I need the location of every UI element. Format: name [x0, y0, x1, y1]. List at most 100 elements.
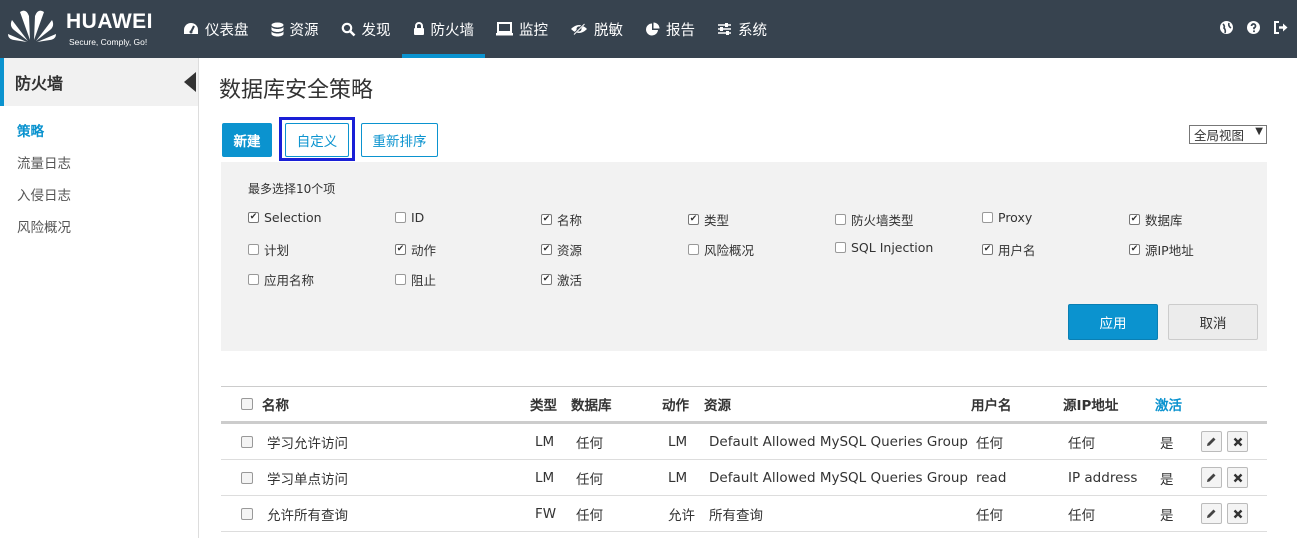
column-option[interactable]: 应用名称	[248, 270, 314, 289]
cancel-button[interactable]: 取消	[1168, 304, 1258, 340]
column-option[interactable]: Proxy	[982, 210, 1032, 225]
database-icon	[271, 22, 284, 37]
unchecked-checkbox[interactable]	[395, 212, 406, 223]
sidebar-title: 防火墙	[15, 74, 64, 93]
cell-active: 是	[1160, 435, 1174, 452]
col-type[interactable]: 类型	[530, 387, 557, 421]
checked-checkbox[interactable]: ✔	[1129, 214, 1140, 225]
row-actions	[1201, 460, 1253, 495]
column-option[interactable]: ✔ 名称	[541, 210, 582, 229]
unchecked-checkbox[interactable]	[835, 242, 846, 253]
unchecked-checkbox[interactable]	[688, 244, 699, 255]
nav-resources[interactable]: 资源	[260, 0, 330, 58]
table-row[interactable]: 允许所有查询 FW 任何 允许 所有查询 任何 任何 是	[221, 496, 1267, 532]
nav-firewall[interactable]: 防火墙	[401, 0, 486, 58]
help-icon[interactable]	[1246, 20, 1262, 36]
checked-checkbox[interactable]: ✔	[541, 244, 552, 255]
cell-database: 任何	[576, 435, 603, 452]
globe-icon[interactable]	[1219, 20, 1235, 36]
nav-system[interactable]: 系统	[706, 0, 778, 58]
checked-checkbox[interactable]: ✔	[1129, 244, 1140, 255]
col-source-ip[interactable]: 源IP地址	[1063, 387, 1118, 421]
logout-icon[interactable]	[1273, 20, 1289, 36]
nav-reports[interactable]: 报告	[634, 0, 706, 58]
column-option[interactable]: SQL Injection	[835, 240, 933, 255]
checked-checkbox[interactable]: ✔	[688, 214, 699, 225]
checked-checkbox[interactable]: ✔	[541, 214, 552, 225]
edit-icon[interactable]	[1201, 431, 1222, 452]
edit-icon[interactable]	[1201, 467, 1222, 488]
row-checkbox[interactable]	[241, 471, 253, 484]
sidebar-item-risk-overview[interactable]: 风险概况	[0, 210, 198, 242]
row-checkbox[interactable]	[241, 507, 253, 520]
sidebar-item-intrusion-log[interactable]: 入侵日志	[0, 178, 198, 210]
column-option[interactable]: ✔ 动作	[395, 240, 436, 259]
top-nav-bar: HUAWEI Secure, Comply, Go! 仪表盘 资源 发现 防火墙…	[0, 0, 1297, 58]
checked-checkbox[interactable]: ✔	[395, 244, 406, 255]
column-option[interactable]: ✔ 用户名	[982, 240, 1036, 259]
unchecked-checkbox[interactable]	[248, 274, 259, 285]
col-name[interactable]: 名称	[262, 387, 289, 421]
nav-label: 防火墙	[430, 22, 475, 39]
policy-table: 名称 类型 数据库 动作 资源 用户名 源IP地址 激活 学习允许访问 LM 任何 L…	[221, 386, 1267, 532]
monitor-icon	[496, 22, 513, 36]
checked-checkbox[interactable]: ✔	[541, 274, 552, 285]
nav-dashboard[interactable]: 仪表盘	[172, 0, 260, 58]
column-option[interactable]: ID	[395, 210, 424, 225]
col-database[interactable]: 数据库	[571, 387, 612, 421]
edit-icon[interactable]	[1201, 503, 1222, 524]
column-option-label: 数据库	[1145, 213, 1183, 228]
apply-button[interactable]: 应用	[1068, 304, 1158, 340]
cell-source-ip: IP address	[1068, 469, 1138, 486]
column-option[interactable]: ✔ 激活	[541, 270, 582, 289]
nav-label: 系统	[738, 22, 767, 39]
sidebar-item-policy[interactable]: 策略	[0, 114, 198, 146]
collapse-sidebar-icon[interactable]	[184, 72, 196, 92]
cell-action: LM	[668, 433, 688, 450]
page-title: 数据库安全策略	[219, 78, 374, 103]
sidebar-header: 防火墙	[0, 58, 198, 106]
view-select[interactable]: 全局视图 ▼	[1189, 125, 1267, 144]
cell-resource: Default Allowed MySQL Queries Group	[709, 469, 968, 486]
col-action[interactable]: 动作	[662, 387, 689, 421]
reorder-button[interactable]: 重新排序	[361, 123, 438, 157]
column-option[interactable]: 风险概况	[688, 240, 754, 259]
customize-button[interactable]: 自定义	[285, 123, 349, 157]
table-row[interactable]: 学习单点访问 LM 任何 LM Default Allowed MySQL Querie…	[221, 460, 1267, 496]
delete-icon[interactable]	[1227, 467, 1248, 488]
nav-masking[interactable]: 脱敏	[559, 0, 634, 58]
column-option[interactable]: ✔ 数据库	[1129, 210, 1183, 229]
new-button[interactable]: 新建	[222, 123, 272, 157]
checked-checkbox[interactable]: ✔	[248, 212, 259, 223]
max-selection-hint: 最多选择10个项	[248, 182, 336, 196]
unchecked-checkbox[interactable]	[835, 214, 846, 225]
col-resource[interactable]: 资源	[704, 387, 731, 421]
column-option[interactable]: ✔ 类型	[688, 210, 729, 229]
nav-monitor[interactable]: 监控	[485, 0, 559, 58]
column-option[interactable]: ✔ 资源	[541, 240, 582, 259]
column-option[interactable]: 阻止	[395, 270, 436, 289]
select-all-checkbox[interactable]	[241, 398, 253, 410]
sidebar: 防火墙 策略 流量日志 入侵日志 风险概况	[0, 58, 199, 538]
huawei-logo[interactable]: HUAWEI Secure, Comply, Go!	[6, 6, 156, 50]
dropdown-arrow-icon: ▼	[1255, 126, 1263, 137]
col-active[interactable]: 激活	[1155, 387, 1182, 421]
unchecked-checkbox[interactable]	[248, 244, 259, 255]
col-username[interactable]: 用户名	[971, 387, 1012, 421]
delete-icon[interactable]	[1227, 503, 1248, 524]
delete-icon[interactable]	[1227, 431, 1248, 452]
unchecked-checkbox[interactable]	[982, 212, 993, 223]
unchecked-checkbox[interactable]	[395, 274, 406, 285]
table-row[interactable]: 学习允许访问 LM 任何 LM Default Allowed MySQL Querie…	[221, 424, 1267, 460]
nav-discover[interactable]: 发现	[330, 0, 402, 58]
column-option[interactable]: 计划	[248, 240, 289, 259]
checked-checkbox[interactable]: ✔	[982, 244, 993, 255]
nav-label: 监控	[519, 22, 548, 39]
sidebar-item-traffic-log[interactable]: 流量日志	[0, 146, 198, 178]
column-option-label: 类型	[704, 213, 730, 228]
column-option[interactable]: ✔ Selection	[248, 210, 322, 225]
row-actions	[1201, 496, 1253, 531]
row-checkbox[interactable]	[241, 435, 253, 448]
column-option[interactable]: 防火墙类型	[835, 210, 914, 229]
column-option[interactable]: ✔ 源IP地址	[1129, 240, 1194, 259]
